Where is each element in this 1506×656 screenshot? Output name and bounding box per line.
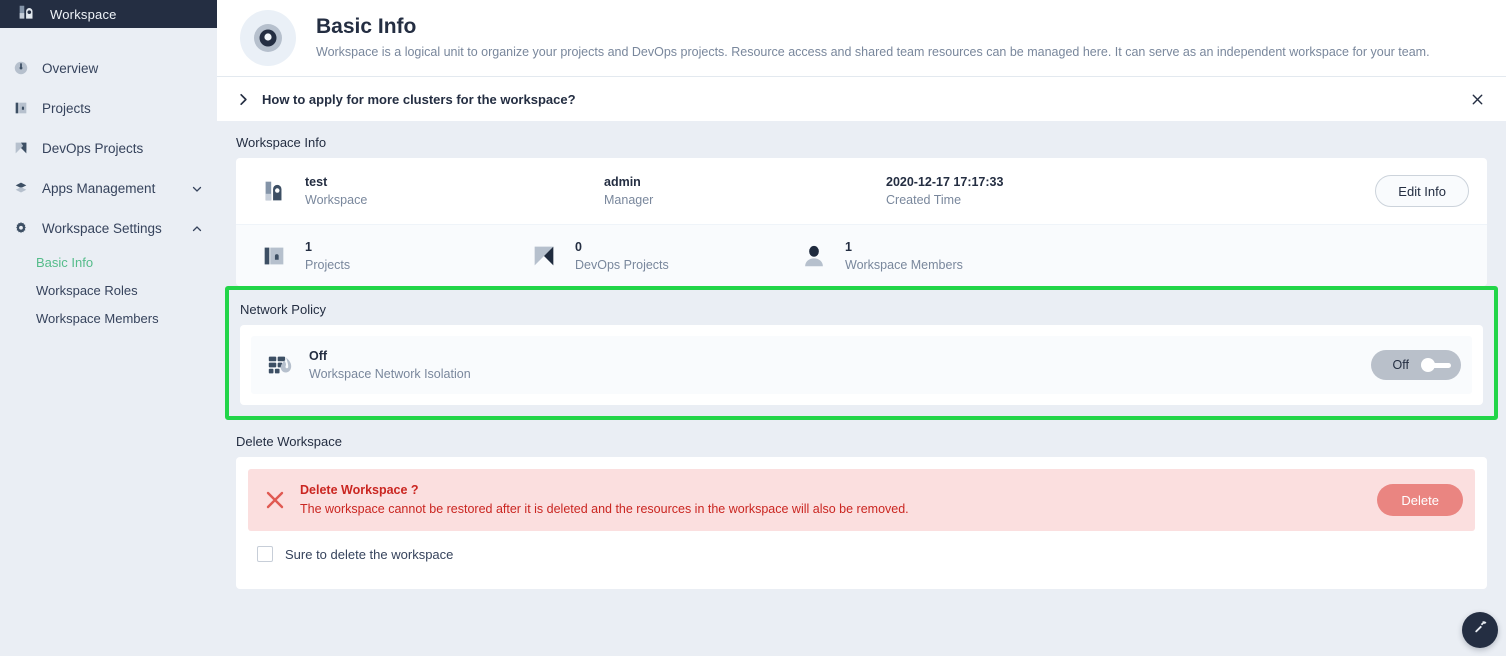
info-cell-workspace: test Workspace xyxy=(258,173,604,209)
manager-label: Manager xyxy=(604,193,654,207)
app-root: Workspace Overview Projects DevOps Proje… xyxy=(0,0,1506,656)
workspace-name-value: test xyxy=(305,175,328,189)
sidebar-subitem-workspace-members[interactable]: Workspace Members xyxy=(0,304,217,332)
toolbox-fab-button[interactable] xyxy=(1462,612,1498,648)
created-time-value: 2020-12-17 17:17:33 xyxy=(886,175,1004,189)
page-header: Basic Info Workspace is a logical unit t… xyxy=(217,0,1506,77)
sidebar-item-label: Apps Management xyxy=(42,180,156,196)
delete-button[interactable]: Delete xyxy=(1377,484,1463,516)
gear-icon xyxy=(12,219,30,237)
close-icon[interactable] xyxy=(1468,90,1486,108)
stat-label: Workspace Members xyxy=(845,257,963,272)
info-cell-manager: admin Manager xyxy=(604,173,886,209)
stat-value: 1 xyxy=(845,239,852,254)
workspace-info-section: Workspace Info test Workspace admin Mana… xyxy=(217,121,1506,286)
main-content: Basic Info Workspace is a logical unit t… xyxy=(217,0,1506,656)
stat-value: 0 xyxy=(575,239,582,254)
sidebar-subitem-label: Workspace Roles xyxy=(36,282,138,298)
chevron-right-icon[interactable] xyxy=(235,91,251,107)
network-policy-state: Off xyxy=(309,349,328,363)
projects-icon xyxy=(258,240,290,272)
sidebar-subitem-label: Workspace Members xyxy=(36,310,159,326)
info-cell-created-time: 2020-12-17 17:17:33 Created Time xyxy=(886,173,1003,209)
error-x-icon xyxy=(264,489,286,511)
sidebar-item-label: Projects xyxy=(42,100,91,116)
firewall-icon xyxy=(265,350,295,380)
stat-value: 1 xyxy=(305,239,312,254)
sidebar-subitem-label: Basic Info xyxy=(36,254,94,270)
confirm-delete-checkbox[interactable] xyxy=(257,546,273,562)
sidebar-nav: Overview Projects DevOps Projects Apps M… xyxy=(0,28,217,332)
stat-projects: 1 Projects xyxy=(258,238,528,274)
network-policy-card: Off Workspace Network Isolation Off xyxy=(240,325,1483,405)
sidebar-subitem-basic-info[interactable]: Basic Info xyxy=(0,248,217,276)
chevron-down-icon[interactable] xyxy=(191,182,203,194)
workspace-info-primary-row: test Workspace admin Manager 2020-12-17 … xyxy=(236,158,1487,224)
sidebar-item-label: DevOps Projects xyxy=(42,140,144,156)
stat-label: DevOps Projects xyxy=(575,257,669,272)
sidebar-item-label: Overview xyxy=(42,60,99,76)
devops-icon xyxy=(528,240,560,272)
sidebar-item-devops-projects[interactable]: DevOps Projects xyxy=(0,128,217,168)
sidebar-item-label: Workspace Settings xyxy=(42,220,162,236)
sidebar-item-workspace-settings[interactable]: Workspace Settings xyxy=(0,208,217,248)
confirm-delete-label: Sure to delete the workspace xyxy=(285,546,454,562)
projects-icon xyxy=(12,99,30,117)
stat-workspace-members: 1 Workspace Members xyxy=(798,238,963,274)
sidebar-item-projects[interactable]: Projects xyxy=(0,88,217,128)
delete-workspace-card: Delete Workspace ? The workspace cannot … xyxy=(236,457,1487,589)
page-title: Basic Info xyxy=(316,15,417,38)
apps-icon xyxy=(12,179,30,197)
network-isolation-toggle[interactable]: Off xyxy=(1370,350,1461,380)
workspace-info-title: Workspace Info xyxy=(236,135,327,150)
network-policy-row: Off Workspace Network Isolation Off xyxy=(251,336,1472,394)
workspace-icon xyxy=(258,175,290,207)
sidebar-title: Workspace xyxy=(50,6,117,22)
edit-info-button[interactable]: Edit Info xyxy=(1375,175,1469,207)
delete-alert-title: Delete Workspace ? xyxy=(300,483,419,497)
cluster-help-text: How to apply for more clusters for the w… xyxy=(262,91,576,107)
hammer-icon xyxy=(1472,619,1489,641)
sidebar: Workspace Overview Projects DevOps Proje… xyxy=(0,0,217,656)
delete-alert-text: The workspace cannot be restored after i… xyxy=(300,502,909,516)
page-description: Workspace is a logical unit to organize … xyxy=(316,45,1430,59)
toggle-label: Off xyxy=(1392,358,1409,372)
cluster-help-banner[interactable]: How to apply for more clusters for the w… xyxy=(217,77,1506,121)
sidebar-subitem-workspace-roles[interactable]: Workspace Roles xyxy=(0,276,217,304)
network-policy-title: Network Policy xyxy=(240,302,326,317)
network-policy-label: Workspace Network Isolation xyxy=(309,367,471,381)
chevron-up-icon[interactable] xyxy=(191,222,203,234)
delete-warning-alert: Delete Workspace ? The workspace cannot … xyxy=(248,469,1475,531)
network-policy-section: Network Policy Off Workspace Network Iso… xyxy=(225,286,1498,420)
delete-workspace-title: Delete Workspace xyxy=(236,434,342,449)
manager-value: admin xyxy=(604,175,641,189)
workspace-logo-icon xyxy=(16,3,38,25)
workspace-name-label: Workspace xyxy=(305,193,368,207)
workspace-info-stats-row: 1 Projects 0 DevOps Projects 1 Workspace… xyxy=(236,224,1487,286)
stat-devops-projects: 0 DevOps Projects xyxy=(528,238,798,274)
sidebar-item-apps-management[interactable]: Apps Management xyxy=(0,168,217,208)
stat-label: Projects xyxy=(305,257,351,272)
toggle-knob-icon xyxy=(1421,357,1451,373)
sidebar-header[interactable]: Workspace xyxy=(0,0,217,28)
delete-workspace-section: Delete Workspace Delete Workspace ? The … xyxy=(217,420,1506,589)
devops-icon xyxy=(12,139,30,157)
created-time-label: Created Time xyxy=(886,193,962,207)
overview-icon xyxy=(12,59,30,77)
workspace-ring-icon xyxy=(240,10,296,66)
confirm-delete-row[interactable]: Sure to delete the workspace xyxy=(248,531,1475,577)
workspace-info-card: test Workspace admin Manager 2020-12-17 … xyxy=(236,158,1487,286)
sidebar-item-overview[interactable]: Overview xyxy=(0,48,217,88)
member-icon xyxy=(798,240,830,272)
